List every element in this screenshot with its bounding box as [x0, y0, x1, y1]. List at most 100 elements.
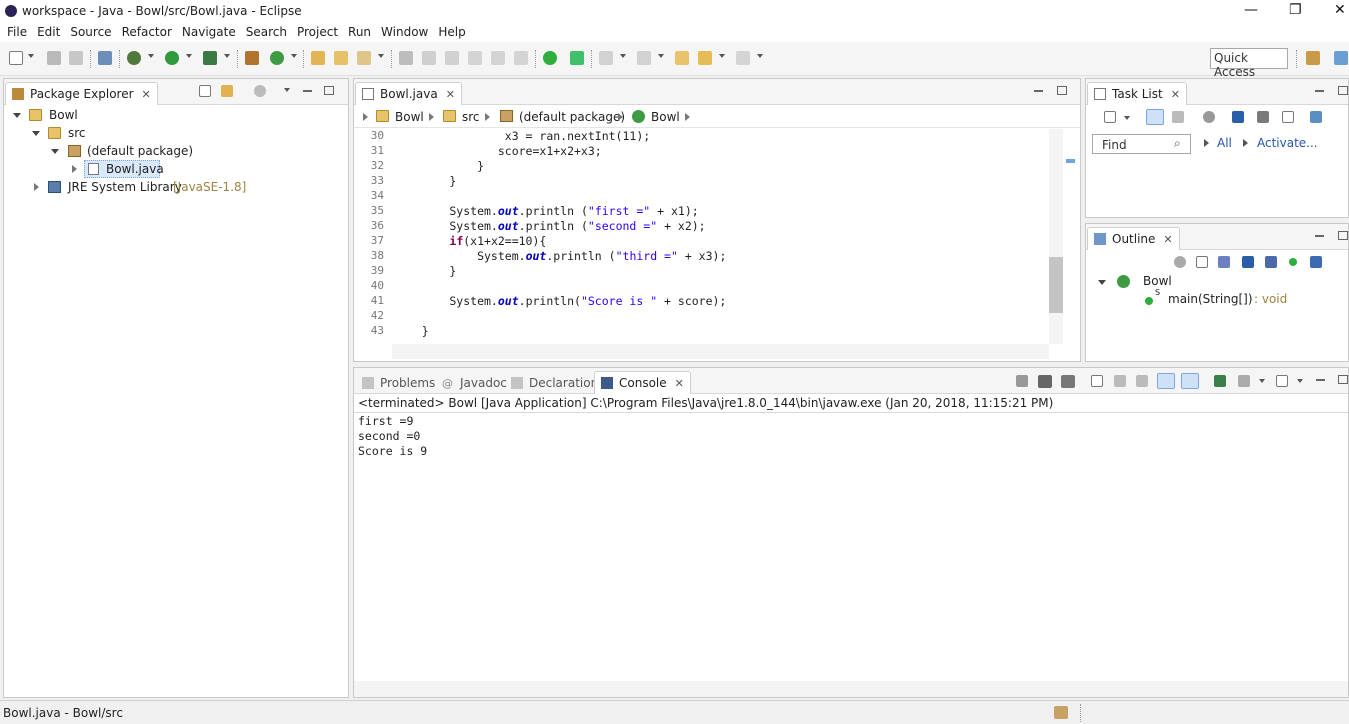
save-all-icon[interactable]: [69, 51, 83, 65]
external-tools-dropdown-icon[interactable]: [224, 54, 230, 58]
tree-item-default-package[interactable]: (default package): [4, 142, 344, 160]
maximize-view-icon[interactable]: [1338, 86, 1348, 95]
code-line[interactable]: }: [394, 159, 484, 174]
chevron-right-icon[interactable]: [429, 113, 434, 121]
find-input[interactable]: Find ⌕: [1092, 134, 1191, 154]
new-task-icon[interactable]: [1104, 111, 1116, 123]
tree-item-jre-library[interactable]: JRE System Library [JavaSE-1.8]: [4, 178, 344, 196]
tab-bowl-java[interactable]: Bowl.java ✕: [355, 82, 462, 105]
save-icon[interactable]: [47, 51, 61, 65]
next-annotation-dropdown-icon[interactable]: [620, 54, 626, 58]
previous-annotation-dropdown-icon[interactable]: [658, 54, 664, 58]
menu-navigate[interactable]: Navigate: [177, 22, 241, 42]
code-line[interactable]: }: [394, 324, 429, 339]
tab-declaration[interactable]: Declaration: [504, 371, 605, 394]
quick-access-input[interactable]: Quick Access: [1210, 48, 1288, 79]
block-selection-icon[interactable]: [468, 51, 482, 65]
collapse-all-icon[interactable]: [199, 85, 211, 97]
menu-edit[interactable]: Edit: [32, 22, 65, 42]
last-edit-icon[interactable]: [675, 51, 689, 65]
show-console-error-icon[interactable]: [1181, 373, 1199, 389]
tree-item-src[interactable]: src: [4, 124, 344, 142]
show-whitespace-icon[interactable]: [514, 51, 528, 65]
code-line[interactable]: }: [394, 264, 456, 279]
menu-source[interactable]: Source: [65, 22, 116, 42]
chevron-right-icon[interactable]: [485, 113, 490, 121]
menu-run[interactable]: Run: [343, 22, 376, 42]
sort-icon[interactable]: [1218, 256, 1230, 268]
close-tab-icon[interactable]: ✕: [446, 88, 455, 101]
tree-item-bowl-java[interactable]: Bowl.java: [4, 160, 344, 178]
open-folder-icon[interactable]: [334, 51, 348, 65]
chevron-down-icon[interactable]: [13, 113, 21, 118]
search-icon[interactable]: [357, 51, 371, 65]
terminate-icon[interactable]: [570, 51, 584, 65]
edit-icon[interactable]: [422, 51, 436, 65]
categorized-icon[interactable]: [1146, 109, 1164, 125]
hide-fields-icon[interactable]: [1242, 256, 1254, 268]
activate-link[interactable]: Activate...: [1257, 136, 1318, 150]
open-console-icon[interactable]: [1276, 375, 1288, 387]
code-line[interactable]: score=x1+x2+x3;: [394, 144, 602, 159]
chevron-right-icon[interactable]: [34, 183, 39, 191]
run-dropdown-icon[interactable]: [186, 54, 192, 58]
next-annotation-icon[interactable]: [599, 51, 613, 65]
code-line[interactable]: System.out.println ("third =" + x3);: [394, 249, 726, 264]
chevron-down-icon[interactable]: [1098, 280, 1106, 285]
minimize-view-icon[interactable]: [1315, 235, 1324, 237]
breadcrumb-item[interactable]: src: [462, 110, 480, 124]
terminate-icon[interactable]: [1016, 375, 1028, 387]
menu-help[interactable]: Help: [433, 22, 470, 42]
search-icon[interactable]: ⌕: [1174, 136, 1181, 151]
new-java-project-icon[interactable]: [245, 51, 259, 65]
outline-class-name[interactable]: Bowl: [1143, 274, 1172, 288]
code-line[interactable]: }: [394, 174, 456, 189]
word-wrap-icon[interactable]: [1136, 375, 1148, 387]
new-class-dropdown-icon[interactable]: [291, 54, 297, 58]
link-with-editor-icon[interactable]: [221, 85, 233, 97]
console-horizontal-scrollbar[interactable]: [354, 681, 1348, 697]
show-console-output-icon[interactable]: [1157, 373, 1175, 389]
console-output[interactable]: first =9 second =0 Score is 9: [358, 414, 1338, 674]
minimize-view-icon[interactable]: [1316, 379, 1325, 381]
chevron-right-icon[interactable]: [363, 113, 368, 121]
debug-icon[interactable]: [127, 51, 141, 65]
close-tab-icon[interactable]: ✕: [142, 88, 151, 101]
open-console-dropdown-icon[interactable]: [1297, 379, 1303, 383]
maximize-view-icon[interactable]: [1338, 231, 1348, 240]
tab-task-list[interactable]: Task List ✕: [1087, 82, 1187, 105]
tab-console[interactable]: Console ✕: [594, 371, 691, 394]
maximize-view-icon[interactable]: [1338, 375, 1348, 384]
word-wrap-icon[interactable]: [491, 51, 505, 65]
collapse-all-icon[interactable]: [1282, 111, 1294, 123]
menu-refactor[interactable]: Refactor: [117, 22, 177, 42]
hide-static-icon[interactable]: [1265, 256, 1277, 268]
menu-file[interactable]: File: [2, 22, 32, 42]
open-perspective-icon[interactable]: [1306, 51, 1320, 65]
pin-console-icon[interactable]: [1214, 375, 1226, 387]
minimize-view-icon[interactable]: [303, 90, 312, 92]
menu-window[interactable]: Window: [376, 22, 433, 42]
view-filters-icon[interactable]: [254, 85, 266, 97]
editor-vertical-scrollbar[interactable]: [1049, 129, 1063, 344]
tree-item-project-bowl[interactable]: Bowl: [4, 106, 344, 124]
code-line[interactable]: x3 = ran.nextInt(11);: [394, 129, 650, 144]
search-dropdown-icon[interactable]: [378, 54, 384, 58]
breadcrumb-item[interactable]: Bowl: [651, 110, 680, 124]
skip-breakpoints-icon[interactable]: [98, 51, 112, 65]
display-console-dropdown-icon[interactable]: [1259, 379, 1265, 383]
minimize-view-icon[interactable]: [1034, 90, 1043, 92]
menu-project[interactable]: Project: [292, 22, 343, 42]
code-line[interactable]: System.out.println ("second =" + x2);: [394, 219, 705, 234]
java-perspective-icon[interactable]: [1334, 51, 1348, 65]
toggle-mark-icon[interactable]: [399, 51, 413, 65]
maximize-view-icon[interactable]: [324, 86, 334, 95]
tab-outline[interactable]: Outline ✕: [1087, 227, 1180, 250]
editor-horizontal-scrollbar[interactable]: [392, 344, 1049, 359]
breadcrumb-item[interactable]: Bowl: [395, 110, 424, 124]
maximize-view-icon[interactable]: [1057, 86, 1067, 95]
remove-all-terminated-icon[interactable]: [1061, 375, 1075, 388]
view-filters-icon[interactable]: [1174, 256, 1186, 268]
tab-problems[interactable]: Problems: [355, 371, 442, 394]
close-tab-icon[interactable]: ✕: [1171, 88, 1180, 101]
